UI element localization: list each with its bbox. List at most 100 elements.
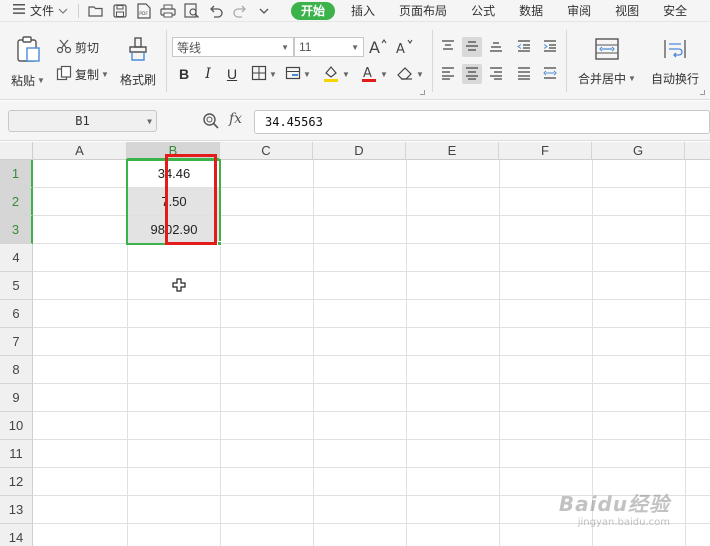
- paste-label: 粘贴: [11, 74, 36, 88]
- decrease-indent-button[interactable]: [514, 37, 534, 57]
- tab-page-layout[interactable]: 页面布局: [387, 0, 459, 22]
- tab-review[interactable]: 审阅: [555, 0, 603, 22]
- clear-button[interactable]: ▼: [396, 64, 424, 84]
- zoom-search-icon[interactable]: [202, 112, 220, 130]
- tab-security[interactable]: 安全: [651, 0, 699, 22]
- name-box[interactable]: B1 ▼: [8, 110, 157, 132]
- copy-button[interactable]: 复制 ▼: [56, 64, 109, 84]
- print-icon[interactable]: [159, 2, 177, 20]
- row-header-7[interactable]: 7: [0, 328, 33, 356]
- column-header-d[interactable]: D: [313, 142, 406, 160]
- distributed-icon: [542, 66, 558, 83]
- undo-icon[interactable]: [207, 2, 225, 20]
- paint-bucket-icon: [322, 64, 340, 85]
- bold-icon: B: [178, 66, 190, 82]
- ribbon-tabs: 开始 插入 页面布局 公式 数据 审阅 视图 安全: [287, 0, 699, 22]
- align-middle-button[interactable]: [462, 37, 482, 57]
- row-header-8[interactable]: 8: [0, 356, 33, 384]
- tab-insert[interactable]: 插入: [339, 0, 387, 22]
- bold-button[interactable]: B: [174, 64, 194, 84]
- italic-button[interactable]: I: [198, 64, 218, 84]
- align-center-button[interactable]: [462, 64, 482, 84]
- ribbon-divider: [166, 30, 167, 92]
- justify-button[interactable]: [514, 64, 534, 84]
- svg-text:A: A: [363, 66, 372, 81]
- column-header-g[interactable]: G: [592, 142, 685, 160]
- decrease-font-size-button[interactable]: A: [394, 37, 414, 57]
- outdent-icon: [516, 39, 532, 56]
- row-header-14[interactable]: 14: [0, 524, 33, 546]
- column-header-a[interactable]: A: [33, 142, 127, 160]
- fill-handle[interactable]: [217, 241, 222, 246]
- cut-label: 剪切: [75, 40, 100, 55]
- gridline: [33, 327, 710, 328]
- open-folder-icon[interactable]: [87, 2, 105, 20]
- row-header-6[interactable]: 6: [0, 300, 33, 328]
- row-header-11[interactable]: 11: [0, 440, 33, 468]
- gridline: [406, 160, 407, 546]
- formula-value: 34.45563: [265, 115, 323, 129]
- insert-function-button[interactable]: fx: [229, 111, 242, 127]
- scissors-icon: [56, 38, 72, 57]
- cut-button[interactable]: 剪切: [56, 37, 99, 57]
- align-top-icon: [440, 39, 456, 56]
- save-icon[interactable]: [111, 2, 129, 20]
- wrap-text-button[interactable]: 自动换行: [646, 34, 704, 90]
- format-painter-button[interactable]: 格式刷: [116, 34, 160, 90]
- paintbrush-icon: [127, 36, 149, 65]
- row-header-4[interactable]: 4: [0, 244, 33, 272]
- merge-center-button[interactable]: 合并居中 ▼: [576, 34, 638, 90]
- borders-button[interactable]: ▼: [250, 64, 278, 84]
- row-header-3[interactable]: 3: [0, 216, 33, 244]
- tab-data[interactable]: 数据: [507, 0, 555, 22]
- align-right-button[interactable]: [486, 64, 506, 84]
- paste-button[interactable]: 粘贴 ▼: [8, 34, 48, 90]
- column-header-f[interactable]: F: [499, 142, 592, 160]
- caret-down-icon: ▼: [101, 69, 109, 79]
- underline-button[interactable]: U: [222, 64, 242, 84]
- column-header-h[interactable]: [685, 142, 710, 160]
- font-name-select[interactable]: 等线 ▼: [172, 37, 294, 57]
- formula-input[interactable]: 34.45563: [254, 110, 710, 134]
- increase-indent-button[interactable]: [540, 37, 560, 57]
- row-header-12[interactable]: 12: [0, 468, 33, 496]
- customize-toolbar-icon[interactable]: [255, 2, 273, 20]
- tab-formulas[interactable]: 公式: [459, 0, 507, 22]
- row-header-9[interactable]: 9: [0, 384, 33, 412]
- gridline: [499, 160, 500, 546]
- row-header-13[interactable]: 13: [0, 496, 33, 524]
- wrap-text-icon: [662, 37, 688, 64]
- hamburger-icon: [12, 3, 26, 18]
- pdf-export-icon[interactable]: PDF: [135, 2, 153, 20]
- font-size-select[interactable]: 11 ▼: [294, 37, 364, 57]
- row-header-10[interactable]: 10: [0, 412, 33, 440]
- cell-style-button[interactable]: ▼: [284, 64, 312, 84]
- copy-icon: [56, 65, 72, 84]
- column-header-c[interactable]: C: [220, 142, 313, 160]
- font-dialog-launcher[interactable]: [420, 90, 425, 95]
- align-top-button[interactable]: [438, 37, 458, 57]
- format-painter-label: 格式刷: [119, 73, 156, 87]
- caret-down-icon: ▼: [281, 42, 289, 52]
- align-left-button[interactable]: [438, 64, 458, 84]
- alignment-dialog-launcher[interactable]: [700, 90, 705, 95]
- print-preview-icon[interactable]: [183, 2, 201, 20]
- align-bottom-button[interactable]: [486, 37, 506, 57]
- spreadsheet-grid[interactable]: A B C D E F G 1 2 3 4 5 6 7 8 9 10 11 12…: [0, 142, 710, 546]
- redo-icon[interactable]: [231, 2, 249, 20]
- row-header-5[interactable]: 5: [0, 272, 33, 300]
- formula-bar: B1 ▼ fx 34.45563: [0, 101, 710, 141]
- increase-font-size-button[interactable]: A: [368, 37, 388, 57]
- tab-home[interactable]: 开始: [291, 1, 336, 20]
- gridline: [33, 439, 710, 440]
- file-menu-button[interactable]: 文件: [0, 0, 74, 22]
- distributed-align-button[interactable]: [540, 64, 560, 84]
- tab-view[interactable]: 视图: [603, 0, 651, 22]
- column-header-e[interactable]: E: [406, 142, 499, 160]
- row-header-2[interactable]: 2: [0, 188, 33, 216]
- row-header-1[interactable]: 1: [0, 160, 33, 188]
- font-color-button[interactable]: A ▼: [360, 64, 388, 84]
- select-all-corner[interactable]: [0, 142, 33, 160]
- file-menu-label: 文件: [30, 4, 55, 18]
- fill-color-button[interactable]: ▼: [322, 64, 350, 84]
